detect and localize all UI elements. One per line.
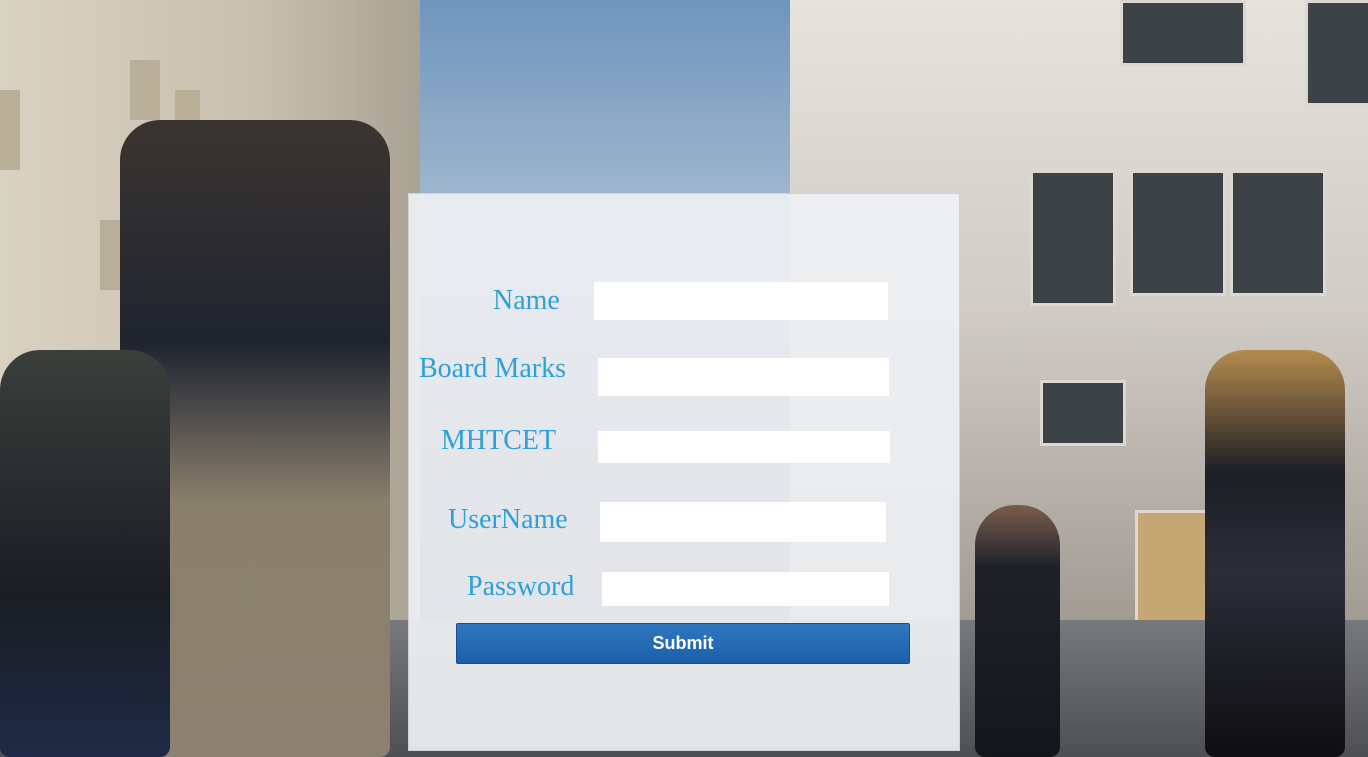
mhtcet-label: MHTCET (441, 425, 557, 456)
background-person-right (1205, 350, 1345, 757)
registration-form-panel (408, 193, 960, 751)
name-input[interactable] (594, 282, 888, 320)
background-person-left (0, 350, 170, 757)
password-input[interactable] (602, 572, 889, 606)
background-person-center (975, 505, 1060, 757)
mhtcet-input[interactable] (598, 431, 890, 463)
password-label: Password (467, 571, 575, 602)
board-marks-input[interactable] (598, 358, 889, 396)
board-marks-label: Board Marks (419, 353, 566, 384)
name-label: Name (493, 285, 560, 316)
username-label: UserName (448, 504, 568, 535)
username-input[interactable] (600, 502, 886, 542)
submit-button[interactable]: Submit (456, 623, 910, 664)
